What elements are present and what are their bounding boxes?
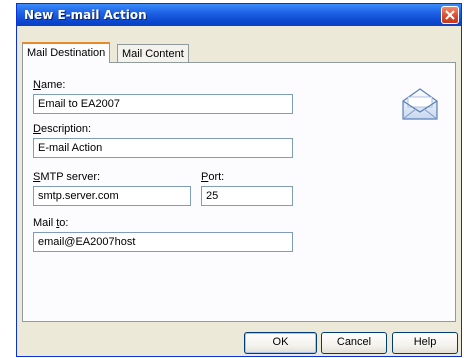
- tab-mail-destination[interactable]: Mail Destination: [22, 42, 111, 63]
- title-bar[interactable]: New E-mail Action: [17, 4, 461, 26]
- smtp-server-label: SMTP server:: [33, 171, 101, 183]
- mail-to-label: Mail to:: [33, 217, 69, 229]
- ok-button[interactable]: OK: [244, 332, 317, 354]
- tab-panel: Name: Email to EA2007 Description: E-mai…: [22, 62, 456, 322]
- port-field[interactable]: 25: [201, 186, 293, 206]
- cancel-button[interactable]: Cancel: [321, 332, 387, 354]
- name-field[interactable]: Email to EA2007: [33, 94, 293, 114]
- dialog-window: New E-mail Action Mail Destination Mail …: [16, 3, 462, 357]
- help-button[interactable]: Help: [392, 332, 458, 354]
- close-icon: [445, 10, 455, 20]
- mail-to-field[interactable]: email@EA2007host: [33, 232, 293, 252]
- name-label: Name:: [33, 79, 66, 91]
- description-label: Description:: [33, 123, 92, 135]
- smtp-server-field[interactable]: smtp.server.com: [33, 186, 191, 206]
- description-field[interactable]: E-mail Action: [33, 138, 293, 158]
- tab-mail-content[interactable]: Mail Content: [117, 44, 189, 62]
- close-button[interactable]: [441, 6, 459, 24]
- port-label: Port:: [201, 171, 225, 183]
- window-title: New E-mail Action: [24, 8, 147, 22]
- envelope-icon: [402, 88, 438, 120]
